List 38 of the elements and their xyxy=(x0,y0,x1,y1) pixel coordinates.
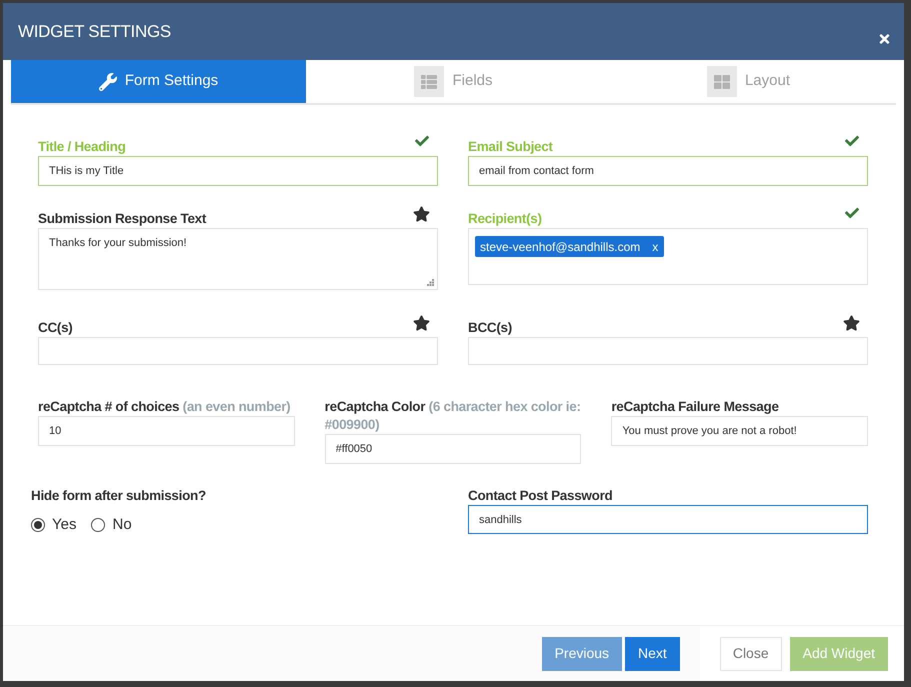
close-button[interactable] xyxy=(877,32,891,46)
radio-label: No xyxy=(112,515,132,535)
field-label: Hide form after submission? xyxy=(31,487,207,505)
list-icon xyxy=(414,66,444,97)
textarea-field[interactable]: Thanks for your submission! xyxy=(38,228,438,290)
close-icon xyxy=(878,32,890,46)
field-label: reCaptcha Color (6 character hex color ie: #009900) xyxy=(324,398,582,434)
input-field[interactable] xyxy=(38,337,438,365)
radio-button[interactable] xyxy=(91,518,106,532)
input-field[interactable]: 10 xyxy=(38,416,295,446)
field-label: BCC(s) xyxy=(468,319,512,337)
resize-grip-icon[interactable] xyxy=(427,279,434,286)
input-field[interactable]: You must prove you are not a robot! xyxy=(611,416,868,446)
recipients-field[interactable]: steve-veenhof@sandhills.com x xyxy=(468,228,868,285)
field-label: Title / Heading xyxy=(38,138,126,156)
input-field[interactable]: sandhills xyxy=(468,505,868,534)
input-field[interactable]: email from contact form xyxy=(468,156,868,186)
tab[interactable]: Form Settings xyxy=(11,60,306,103)
field-label: Contact Post Password xyxy=(468,487,614,505)
radio-label: Yes xyxy=(52,515,76,535)
field-label: reCaptcha Failure Message xyxy=(611,398,780,416)
field-label: Submission Response Text xyxy=(38,210,206,228)
tag-label: steve-veenhof@sandhills.com xyxy=(480,238,640,256)
input-field[interactable]: #ff0050 xyxy=(324,434,582,464)
field-label: reCaptcha # of choices (an even number) xyxy=(38,398,292,416)
grid-icon xyxy=(706,66,737,97)
remove-tag-button[interactable]: x xyxy=(652,240,658,252)
footer-button[interactable]: Close xyxy=(720,636,782,670)
footer-button[interactable]: Previous xyxy=(542,636,622,670)
field-label: Recipient(s) xyxy=(468,210,542,228)
wrench-icon xyxy=(98,72,117,90)
input-field[interactable] xyxy=(468,337,868,365)
radio-button[interactable] xyxy=(31,518,45,532)
modal-title: WIDGET SETTINGS xyxy=(18,23,171,40)
input-field[interactable]: THis is my Title xyxy=(38,156,438,186)
field-label: Email Subject xyxy=(468,138,553,156)
footer-button[interactable]: Next xyxy=(625,636,680,670)
field-label: CC(s) xyxy=(38,319,72,337)
